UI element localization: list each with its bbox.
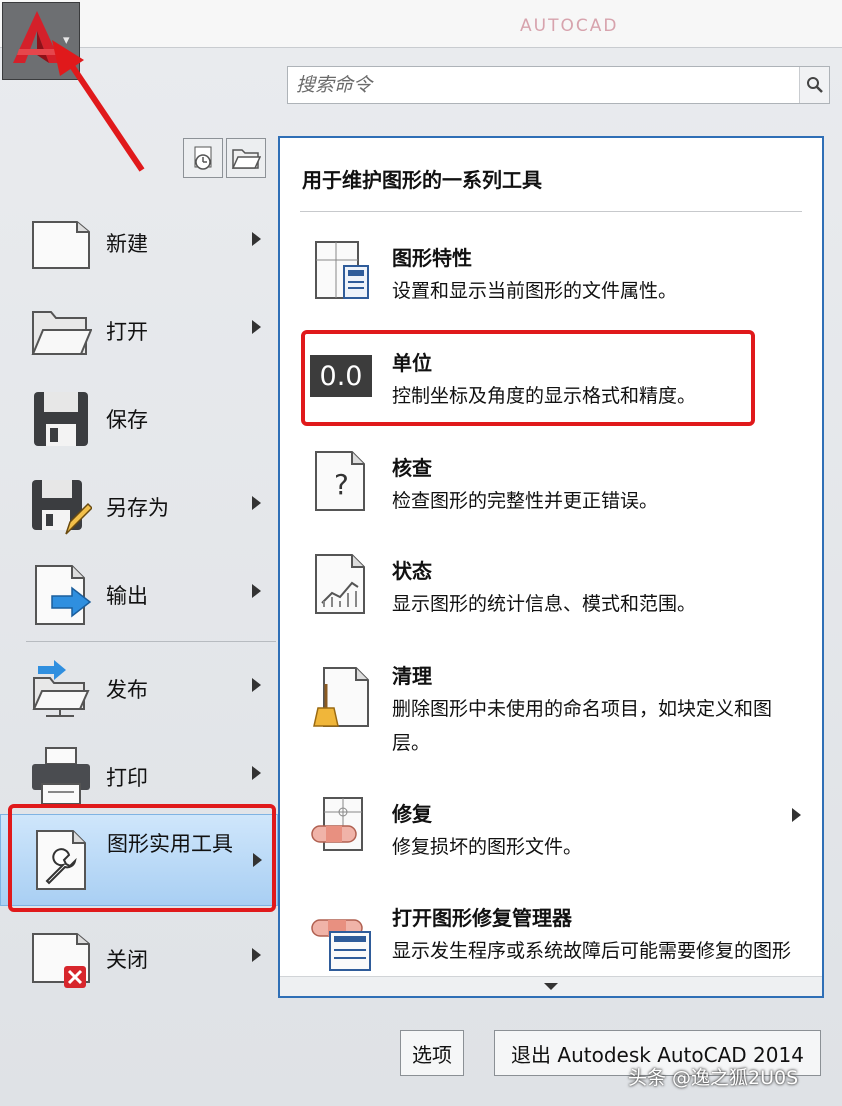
- save-disk-icon: [34, 392, 88, 446]
- flyout-item-description: 设置和显示当前图形的文件属性。: [392, 280, 678, 302]
- chevron-right-icon: [252, 948, 261, 962]
- menu-item-save[interactable]: 保存: [0, 374, 278, 462]
- app-wordmark: AUTOCAD: [520, 16, 619, 36]
- annotation-highlight-units: [301, 330, 755, 426]
- flyout-item-status[interactable]: 状态 显示图形的统计信息、模式和范围。: [280, 553, 822, 653]
- flyout-item-title: 修复: [392, 802, 432, 826]
- menu-item-label: 关闭: [106, 948, 148, 972]
- flyout-item-title: 清理: [392, 664, 432, 688]
- menu-item-label: 新建: [106, 232, 148, 256]
- folder-icon: [231, 149, 261, 169]
- scroll-down-icon: [544, 983, 558, 990]
- annotation-arrow: [52, 40, 145, 172]
- open-documents-button[interactable]: [226, 138, 266, 178]
- save-as-icon: [32, 480, 92, 535]
- menu-item-export[interactable]: 输出: [0, 550, 278, 638]
- annotation-highlight-utilities: [8, 804, 276, 912]
- chevron-right-icon: [252, 678, 261, 692]
- menu-item-label: 发布: [106, 678, 148, 702]
- recover-icon: [311, 797, 363, 851]
- menu-item-publish[interactable]: 发布: [0, 644, 278, 732]
- chevron-right-icon: [792, 808, 801, 822]
- chevron-right-icon: [252, 496, 261, 510]
- flyout-heading: 用于维护图形的一系列工具: [302, 168, 542, 192]
- flyout-item-purge[interactable]: 清理 删除图形中未使用的命名项目，如块定义和图层。: [280, 658, 822, 778]
- watermark-text: 头条 @逸之狐2U0S: [628, 1067, 799, 1089]
- chevron-right-icon: [252, 584, 261, 598]
- status-chart-icon: [315, 554, 365, 614]
- chevron-right-icon: [252, 232, 261, 246]
- recent-documents-icon: [194, 146, 212, 170]
- flyout-item-audit[interactable]: ? 核查 检查图形的完整性并更正错误。: [280, 450, 822, 550]
- svg-text:?: ?: [334, 468, 349, 501]
- flyout-item-description: 显示发生程序或系统故障后可能需要修复的图形: [392, 940, 792, 962]
- flyout-item-description: 修复损坏的图形文件。: [392, 836, 583, 858]
- recovery-manager-icon: [311, 919, 371, 971]
- flyout-item-title: 图形特性: [392, 246, 472, 270]
- flyout-scroll-down[interactable]: [280, 976, 822, 996]
- menu-item-label: 输出: [106, 584, 148, 608]
- new-document-icon: [32, 221, 90, 269]
- export-icon: [35, 565, 92, 625]
- purge-broom-icon: [313, 667, 369, 727]
- flyout-item-description: 检查图形的完整性并更正错误。: [392, 490, 659, 512]
- menu-item-label: 打开: [106, 320, 148, 344]
- flyout-divider: [300, 211, 802, 212]
- flyout-item-title: 状态: [392, 559, 432, 583]
- drawing-properties-icon: [315, 241, 369, 299]
- flyout-item-title: 核查: [392, 456, 432, 480]
- flyout-item-title: 打开图形修复管理器: [392, 906, 572, 930]
- menu-item-open[interactable]: 打开: [0, 286, 278, 374]
- close-document-icon: [32, 933, 90, 988]
- menu-item-save-as[interactable]: 另存为: [0, 462, 278, 550]
- menu-item-close[interactable]: 关闭: [0, 914, 278, 1002]
- drawing-utilities-flyout: 用于维护图形的一系列工具 图形特性 设置和显示当前图形的文件属性。 0.0 单位…: [278, 136, 824, 998]
- flyout-item-drawing-properties[interactable]: 图形特性 设置和显示当前图形的文件属性。: [280, 240, 822, 340]
- audit-question-icon: ?: [315, 451, 365, 511]
- search-icon: [806, 77, 823, 93]
- publish-icon: [32, 660, 90, 717]
- menu-item-label: 打印: [106, 766, 148, 790]
- flyout-item-description: 删除图形中未使用的命名项目，如块定义和图层。: [392, 698, 773, 754]
- search-button[interactable]: [799, 67, 829, 103]
- menu-item-new[interactable]: 新建: [0, 198, 278, 286]
- search-input[interactable]: [288, 67, 800, 103]
- chevron-right-icon: [252, 320, 261, 334]
- options-button[interactable]: 选项: [400, 1030, 464, 1076]
- open-folder-icon: [31, 311, 92, 355]
- menu-divider: [26, 641, 276, 642]
- menu-item-label: 另存为: [106, 496, 169, 520]
- printer-icon: [32, 747, 90, 805]
- search-box[interactable]: [287, 66, 830, 104]
- flyout-item-recover[interactable]: 修复 修复损坏的图形文件。: [280, 796, 822, 896]
- chevron-right-icon: [252, 766, 261, 780]
- recent-documents-button[interactable]: [183, 138, 223, 178]
- menu-item-label: 保存: [106, 408, 148, 432]
- flyout-item-description: 显示图形的统计信息、模式和范围。: [392, 593, 697, 615]
